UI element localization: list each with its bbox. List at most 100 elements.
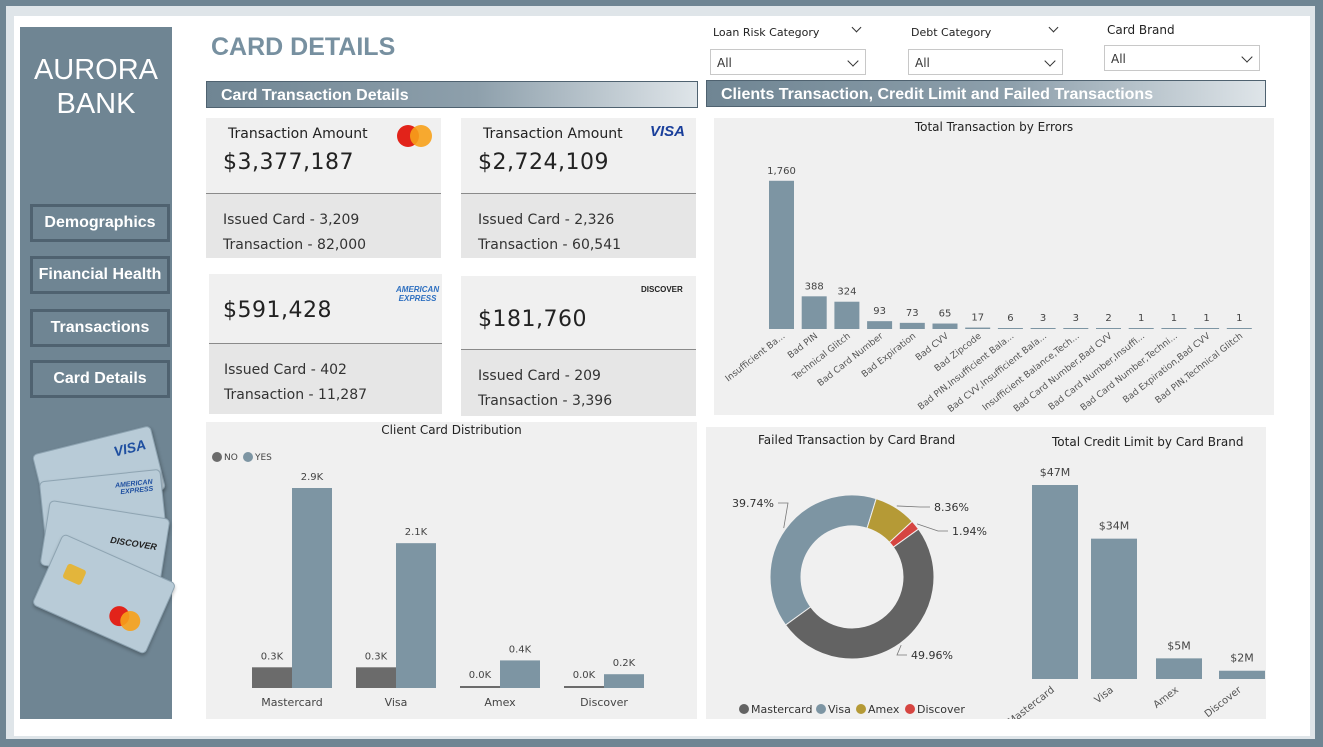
donut-leader-line xyxy=(916,523,948,532)
card-brand-filter-dropdown[interactable]: All xyxy=(1104,45,1260,71)
kpi-lower-panel xyxy=(209,344,442,414)
errors-chart-panel: Total Transaction by Errors 1,760 Insuffi… xyxy=(714,118,1274,415)
section-header-clients-transactions: Clients Transaction, Credit Limit and Fa… xyxy=(706,80,1266,107)
credit-bar-label: $47M xyxy=(1040,466,1071,479)
error-bar-label: 65 xyxy=(939,309,952,320)
donut-percent-label: 49.96% xyxy=(911,649,953,662)
distribution-category-label: Mastercard xyxy=(261,696,322,709)
error-bar xyxy=(1161,328,1187,329)
loan-risk-filter-value: All xyxy=(717,56,732,70)
error-bar xyxy=(1063,328,1089,329)
kpi-card-visa: Transaction Amount VISA $2,724,109 Issue… xyxy=(461,118,696,258)
error-bar-label: 324 xyxy=(837,287,856,298)
nav-transactions-button[interactable]: Transactions xyxy=(30,309,170,347)
chevron-down-icon xyxy=(847,55,859,67)
credit-bar-label: $34M xyxy=(1099,520,1130,533)
distribution-chart: NO YES 0.3K 2.9K Mastercard 0.3K 2.1K Visa 0.0K 0… xyxy=(212,452,644,709)
error-bar-label: 388 xyxy=(805,281,824,292)
chip-icon xyxy=(62,562,87,586)
distribution-bar xyxy=(396,543,436,688)
error-bar-label: 1 xyxy=(1171,313,1177,324)
distribution-category-label: Amex xyxy=(484,696,516,709)
donut-leader-line xyxy=(778,502,789,529)
nav-demographics-button[interactable]: Demographics xyxy=(30,204,170,242)
issued-card-count: Issued Card - 402 xyxy=(224,362,347,378)
kpi-card-discover: DISCOVER $181,760 Issued Card - 209 Tran… xyxy=(461,276,696,416)
credit-bar xyxy=(1091,538,1137,679)
debt-filter-label: Debt Category xyxy=(911,26,992,39)
error-bar-label: 1 xyxy=(1236,313,1242,324)
sidebar: AURORA BANK Demographics Financial Healt… xyxy=(20,27,177,719)
legend-no-marker xyxy=(212,452,222,462)
error-bar-label: 3 xyxy=(1040,313,1046,324)
section-header-card-transactions: Card Transaction Details xyxy=(206,81,698,108)
error-bar-label: 2 xyxy=(1105,313,1111,324)
distribution-bar xyxy=(564,686,604,688)
divider xyxy=(461,193,696,194)
error-bar xyxy=(965,327,991,329)
chevron-down-icon xyxy=(1241,51,1253,63)
error-bar xyxy=(867,321,893,329)
error-category-label: Insufficient Ba... xyxy=(724,331,788,384)
brand-logo: AURORA BANK xyxy=(20,53,172,121)
transaction-count: Transaction - 11,287 xyxy=(224,387,368,403)
legend-no-label: NO xyxy=(224,453,238,463)
donut-legend-marker xyxy=(905,704,915,714)
distribution-bar-label: 0.3K xyxy=(261,651,284,662)
distribution-bar-label: 2.1K xyxy=(405,527,428,538)
debt-filter-dropdown[interactable]: All xyxy=(908,49,1063,75)
transaction-count: Transaction - 3,396 xyxy=(478,393,613,409)
donut-legend-label: Amex xyxy=(868,703,900,716)
distribution-bar xyxy=(292,488,332,688)
errors-chart: 1,760Insufficient Ba...388Bad PIN324Tech… xyxy=(724,166,1252,415)
distribution-bar-label: 0.0K xyxy=(573,670,596,681)
legend-yes-label: YES xyxy=(254,453,272,463)
credit-bar xyxy=(1219,670,1265,679)
distribution-bar xyxy=(500,660,540,688)
error-bar xyxy=(801,296,827,329)
amex-logo-line-2: EXPRESS xyxy=(398,294,437,303)
chevron-down-icon xyxy=(1044,55,1056,67)
error-bar xyxy=(899,322,925,329)
distribution-bar-label: 0.0K xyxy=(469,670,492,681)
distribution-bar-label: 0.3K xyxy=(365,651,388,662)
issued-card-count: Issued Card - 2,326 xyxy=(478,212,615,228)
amex-logo-icon: AMERICAN EXPRESS xyxy=(396,285,439,303)
failed-credit-panel: Failed Transaction by Card Brand Total C… xyxy=(706,427,1266,719)
credit-bar xyxy=(1156,658,1202,679)
donut-percent-label: 8.36% xyxy=(934,501,969,514)
page-title: CARD DETAILS xyxy=(211,33,396,61)
card-brand-filter-value: All xyxy=(1111,52,1126,66)
error-bar-label: 6 xyxy=(1007,313,1013,324)
amex-card-logo: AMERICAN EXPRESS xyxy=(114,478,154,497)
credit-category-label: Mastercard xyxy=(1006,685,1057,719)
credit-category-label: Discover xyxy=(1203,684,1245,719)
visa-card-logo: VISA xyxy=(111,436,148,460)
nav-card-details-button[interactable]: Card Details xyxy=(30,360,170,398)
donut-legend-label: Visa xyxy=(828,703,851,716)
distribution-bar-label: 2.9K xyxy=(301,472,324,483)
credit-bar-label: $2M xyxy=(1230,652,1254,665)
credit-category-label: Visa xyxy=(1093,685,1116,706)
divider xyxy=(206,193,441,194)
error-bar xyxy=(1226,328,1252,329)
divider xyxy=(461,349,696,350)
distribution-bar xyxy=(604,674,644,688)
brand-line-1: AURORA xyxy=(33,54,159,86)
donut-legend-marker xyxy=(856,704,866,714)
donut-percent-label: 1.94% xyxy=(952,525,987,538)
loan-risk-filter-dropdown[interactable]: All xyxy=(710,49,866,75)
issued-card-count: Issued Card - 209 xyxy=(478,368,601,384)
mastercard-logo-icon xyxy=(397,125,432,147)
error-bar-label: 1 xyxy=(1203,313,1209,324)
distribution-category-label: Discover xyxy=(580,696,628,709)
error-bar xyxy=(932,323,958,329)
card-brand-filter-label: Card Brand xyxy=(1107,23,1175,37)
transaction-count: Transaction - 60,541 xyxy=(478,237,622,253)
distribution-bar xyxy=(252,667,292,688)
nav-financial-health-button[interactable]: Financial Health xyxy=(30,256,170,294)
error-bar xyxy=(997,328,1023,329)
amount-label: Transaction Amount xyxy=(228,126,368,142)
issued-card-count: Issued Card - 3,209 xyxy=(223,212,360,228)
distribution-chart-panel: Client Card Distribution NO YES 0.3K 2.9K Ma… xyxy=(206,422,697,719)
